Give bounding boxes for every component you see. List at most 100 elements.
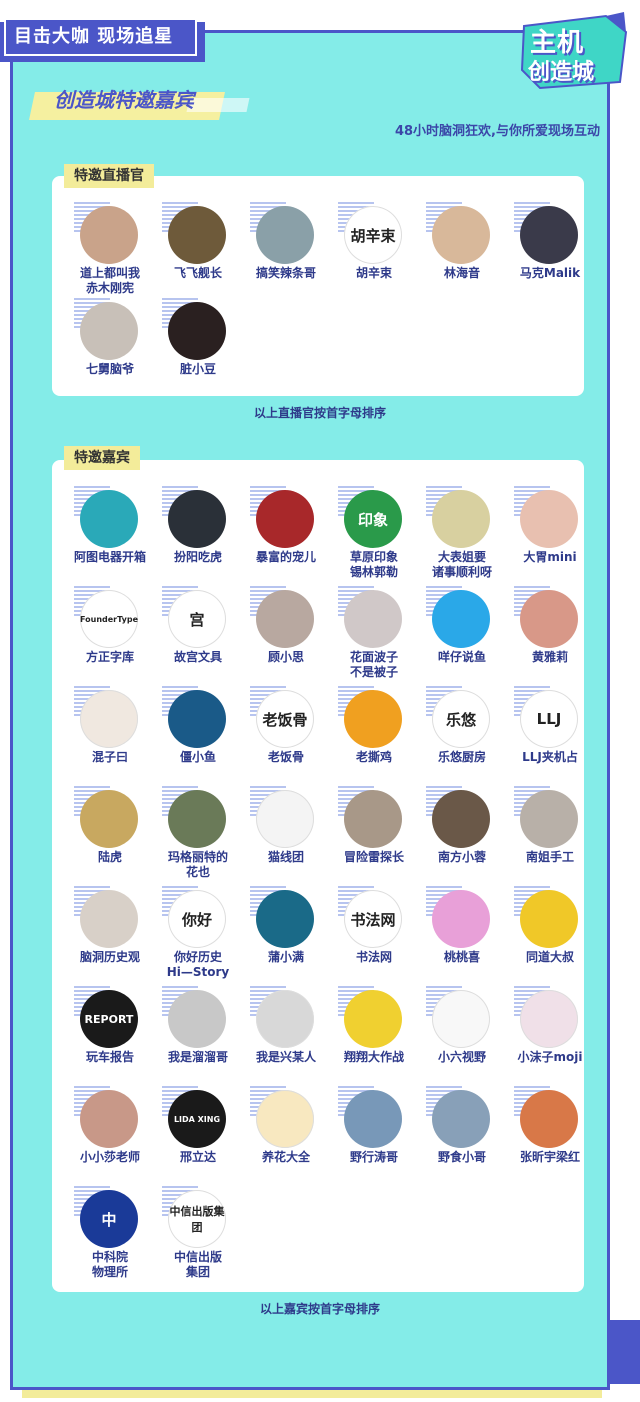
avatar[interactable] bbox=[432, 490, 490, 548]
profile-name: 蒲小满 bbox=[267, 950, 304, 964]
profile-name: 南方小蓉 bbox=[437, 850, 486, 864]
profile-name: 桃桃喜 bbox=[443, 950, 480, 964]
avatar[interactable] bbox=[256, 590, 314, 648]
avatar[interactable] bbox=[432, 790, 490, 848]
avatar[interactable]: 宫 bbox=[168, 590, 226, 648]
avatar[interactable] bbox=[344, 590, 402, 648]
profile-name: 张昕宇梁红 bbox=[519, 1150, 580, 1164]
profile-name: 顾小思 bbox=[267, 650, 304, 664]
avatar[interactable] bbox=[344, 990, 402, 1048]
page-subtitle: 48小时脑洞狂欢,与你所爱现场互动 bbox=[394, 124, 600, 139]
page-title: 创造城特邀嘉宾 bbox=[54, 88, 194, 112]
avatar[interactable]: 你好 bbox=[168, 890, 226, 948]
avatar[interactable] bbox=[256, 1090, 314, 1148]
profile-name: 故宫文具 bbox=[173, 650, 222, 664]
avatar[interactable] bbox=[168, 690, 226, 748]
avatar[interactable]: FounderType bbox=[80, 590, 138, 648]
profile-name: 僵小鱼 bbox=[179, 750, 216, 764]
profile-name: 养花大全 bbox=[261, 1150, 310, 1164]
avatar[interactable] bbox=[168, 302, 226, 360]
avatar[interactable] bbox=[520, 490, 578, 548]
profile-name: 混子曰 bbox=[91, 750, 128, 764]
avatar[interactable] bbox=[432, 890, 490, 948]
profile-name: 大表姐要 诸事顺利呀 bbox=[431, 550, 492, 579]
avatar[interactable] bbox=[80, 690, 138, 748]
profile-name: 冒险雷探长 bbox=[343, 850, 404, 864]
avatar[interactable] bbox=[80, 1090, 138, 1148]
avatar[interactable] bbox=[168, 490, 226, 548]
avatar[interactable]: 中 bbox=[80, 1190, 138, 1248]
profile-name: 野食小哥 bbox=[437, 1150, 486, 1164]
avatar[interactable] bbox=[344, 790, 402, 848]
avatar[interactable] bbox=[80, 206, 138, 264]
avatar[interactable] bbox=[80, 890, 138, 948]
profile-name: 咩仔说鱼 bbox=[437, 650, 486, 664]
profile-name: 玩车报告 bbox=[85, 1050, 134, 1064]
avatar[interactable] bbox=[520, 990, 578, 1048]
avatar[interactable] bbox=[80, 790, 138, 848]
event-logo: 主机 创造城 bbox=[520, 12, 630, 90]
avatar[interactable] bbox=[168, 206, 226, 264]
avatar[interactable] bbox=[80, 302, 138, 360]
avatar[interactable]: REPORT bbox=[80, 990, 138, 1048]
profile-name: 玛格丽特的 花也 bbox=[167, 850, 228, 879]
avatar[interactable] bbox=[520, 1090, 578, 1148]
profile-name: 你好历史 Hi—Story bbox=[166, 950, 230, 979]
avatar[interactable] bbox=[256, 490, 314, 548]
profile-name: 小六视野 bbox=[437, 1050, 486, 1064]
avatar[interactable]: 中信出版集团 bbox=[168, 1190, 226, 1248]
avatar[interactable] bbox=[256, 790, 314, 848]
avatar[interactable] bbox=[520, 206, 578, 264]
profile-name: 方正字库 bbox=[85, 650, 134, 664]
avatar[interactable] bbox=[256, 206, 314, 264]
guest-section-label: 特邀嘉宾 bbox=[64, 446, 140, 470]
avatar[interactable] bbox=[256, 990, 314, 1048]
profile-name: 老撕鸡 bbox=[355, 750, 392, 764]
profile-name: 南姐手工 bbox=[525, 850, 574, 864]
avatar[interactable]: 印象 bbox=[344, 490, 402, 548]
profile-name: 小沫子moji bbox=[517, 1050, 583, 1064]
profile-name: 书法网 bbox=[355, 950, 392, 964]
avatar[interactable] bbox=[168, 790, 226, 848]
profile-name: 我是溜溜哥 bbox=[167, 1050, 228, 1064]
avatar[interactable]: 书法网 bbox=[344, 890, 402, 948]
profile-name: 乐悠厨房 bbox=[437, 750, 486, 764]
profile-name: 中信出版 集团 bbox=[173, 1250, 222, 1279]
profile-name: 阿图电器开箱 bbox=[73, 550, 146, 564]
profile-name: 黄雅莉 bbox=[531, 650, 568, 664]
avatar[interactable] bbox=[520, 890, 578, 948]
profile-name: 同道大叔 bbox=[525, 950, 574, 964]
avatar[interactable]: 乐悠 bbox=[432, 690, 490, 748]
avatar[interactable]: LIDA XING bbox=[168, 1090, 226, 1148]
avatar[interactable] bbox=[432, 1090, 490, 1148]
profile-name: 小小莎老师 bbox=[79, 1150, 140, 1164]
avatar[interactable] bbox=[432, 206, 490, 264]
profile-name: 七舅脑爷 bbox=[85, 362, 134, 376]
avatar[interactable] bbox=[344, 690, 402, 748]
profile-name: 道上都叫我 赤木刚宪 bbox=[79, 266, 140, 295]
header-tag: 目击大咖 现场追星 bbox=[0, 18, 205, 62]
profile-name: 陆虎 bbox=[97, 850, 122, 864]
header-tag-text: 目击大咖 现场追星 bbox=[4, 18, 197, 56]
avatar[interactable]: 老饭骨 bbox=[256, 690, 314, 748]
avatar[interactable] bbox=[256, 890, 314, 948]
host-section-label: 特邀直播官 bbox=[64, 164, 154, 188]
avatar[interactable]: LLJ bbox=[520, 690, 578, 748]
profile-name: 翔翔大作战 bbox=[343, 1050, 404, 1064]
avatar[interactable] bbox=[168, 990, 226, 1048]
avatar[interactable] bbox=[520, 590, 578, 648]
title-highlight-accent bbox=[186, 98, 250, 112]
profile-name: 脏小豆 bbox=[179, 362, 216, 376]
avatar[interactable] bbox=[432, 990, 490, 1048]
profile-name: 中科院 物理所 bbox=[91, 1250, 128, 1279]
profile-name: 花面波子 不是被子 bbox=[349, 650, 398, 679]
profile-name: 马克Malik bbox=[519, 266, 581, 280]
profile-name: 扮阳吃虎 bbox=[173, 550, 222, 564]
guest-footnote: 以上嘉宾按首字母排序 bbox=[259, 1302, 380, 1316]
avatar[interactable] bbox=[520, 790, 578, 848]
avatar[interactable]: 胡辛束 bbox=[344, 206, 402, 264]
avatar[interactable] bbox=[344, 1090, 402, 1148]
avatar[interactable] bbox=[80, 490, 138, 548]
profile-name: 我是兴某人 bbox=[255, 1050, 316, 1064]
avatar[interactable] bbox=[432, 590, 490, 648]
